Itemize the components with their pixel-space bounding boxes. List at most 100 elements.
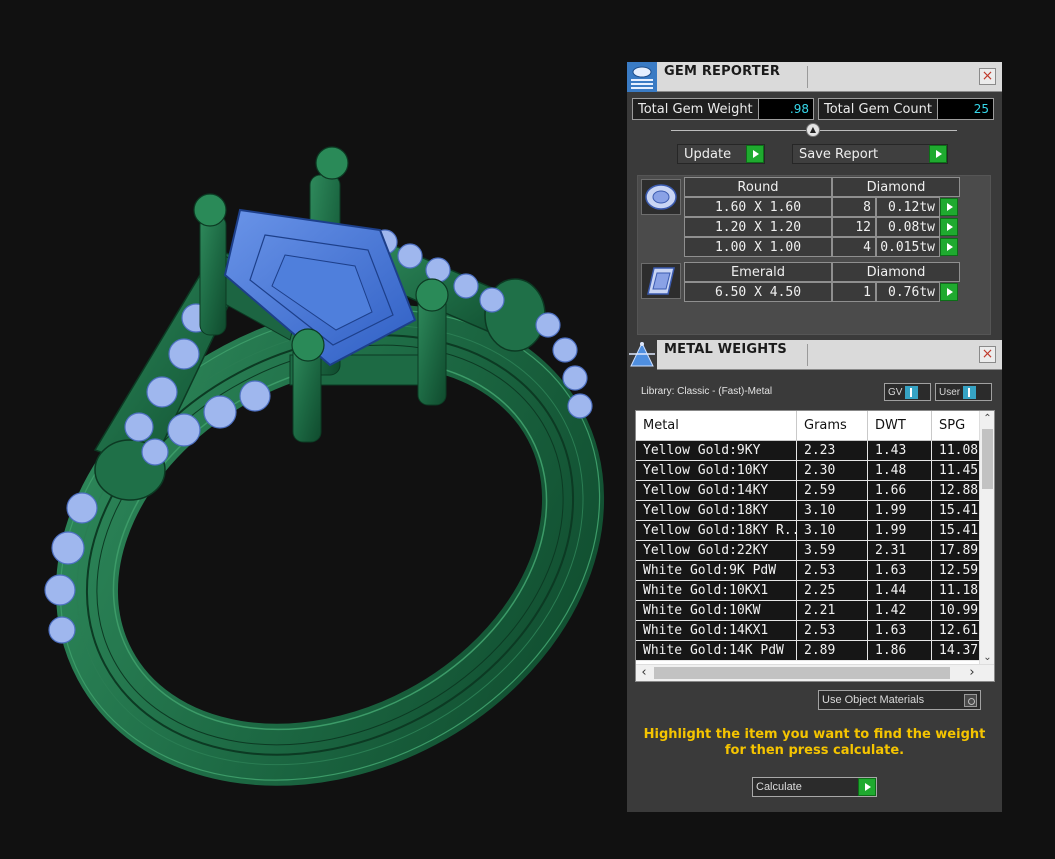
- total-gem-weight-value: .98: [758, 99, 813, 119]
- user-toggle-label: User: [939, 386, 961, 398]
- play-arrow-icon: [929, 145, 947, 163]
- titlebar-divider: [807, 344, 808, 366]
- instruction-text: Highlight the item you want to find the …: [627, 727, 1002, 759]
- user-toggle[interactable]: User: [935, 383, 992, 401]
- grams-cell: 2.59: [797, 481, 868, 501]
- calculate-button[interactable]: Calculate: [752, 777, 877, 797]
- select-gem-arrow-icon[interactable]: [940, 218, 958, 236]
- metal-name-cell: Yellow Gold:14KY: [636, 481, 797, 501]
- metal-table-body: Yellow Gold:9KY 2.23 1.43 11.08 Yellow Gold:…: [636, 441, 992, 661]
- grams-cell: 3.10: [797, 521, 868, 541]
- table-row[interactable]: White Gold:9K PdW 2.53 1.63 12.59: [636, 561, 992, 581]
- gem-size-cell[interactable]: 1.00 X 1.00: [684, 237, 832, 257]
- gem-size-cell[interactable]: 6.50 X 4.50: [684, 282, 832, 302]
- horizontal-scroll-thumb[interactable]: [654, 667, 950, 679]
- metal-weights-title: METAL WEIGHTS: [664, 342, 787, 357]
- dwt-cell: 1.63: [868, 561, 932, 581]
- select-gem-arrow-icon[interactable]: [940, 238, 958, 256]
- dwt-cell: 1.63: [868, 621, 932, 641]
- gem-reporter-title: GEM REPORTER: [664, 64, 781, 79]
- column-header-grams[interactable]: Grams: [797, 411, 868, 441]
- total-gem-count-value: 25: [937, 99, 993, 119]
- save-report-button[interactable]: Save Report: [792, 144, 948, 164]
- grams-cell: 2.21: [797, 601, 868, 621]
- gem-size-cell[interactable]: 1.20 X 1.20: [684, 217, 832, 237]
- gem-count-cell: 1: [832, 282, 876, 302]
- table-row[interactable]: Yellow Gold:22KY 3.59 2.31 17.89: [636, 541, 992, 561]
- column-header-metal[interactable]: Metal: [636, 411, 797, 441]
- gem-count-cell: 4: [832, 237, 876, 257]
- gem-material-cell: Diamond: [832, 177, 960, 197]
- metal-name-cell: Yellow Gold:9KY: [636, 441, 797, 461]
- metal-name-cell: Yellow Gold:10KY: [636, 461, 797, 481]
- vertical-scrollbar[interactable]: ⌃ ⌄: [979, 411, 994, 666]
- gem-shape-cell: Emerald: [684, 262, 832, 282]
- horizontal-scrollbar[interactable]: ‹ ›: [636, 664, 994, 681]
- gv-toggle[interactable]: GV: [884, 383, 931, 401]
- collapse-handle-icon[interactable]: ▲: [806, 123, 820, 137]
- gem-reporter-titlebar[interactable]: GEM REPORTER ×: [627, 62, 1002, 92]
- vertical-scroll-thumb[interactable]: [982, 429, 993, 489]
- toggle-switch-icon: [905, 385, 919, 399]
- play-arrow-icon: [858, 778, 876, 796]
- metal-weights-panel: METAL WEIGHTS × Library: Classic - (Fast…: [627, 340, 1002, 812]
- grams-cell: 2.23: [797, 441, 868, 461]
- column-header-dwt[interactable]: DWT: [868, 411, 932, 441]
- gem-reporter-close-icon[interactable]: ×: [979, 68, 996, 85]
- scroll-right-icon[interactable]: ›: [964, 665, 980, 681]
- table-row[interactable]: Yellow Gold:10KY 2.30 1.48 11.45: [636, 461, 992, 481]
- scroll-left-icon[interactable]: ‹: [636, 665, 652, 681]
- gv-toggle-label: GV: [888, 386, 903, 398]
- metal-weights-titlebar[interactable]: METAL WEIGHTS ×: [627, 340, 1002, 370]
- total-gem-count-label: Total Gem Count: [819, 99, 938, 119]
- use-object-materials-label: Use Object Materials: [822, 694, 925, 706]
- grams-cell: 2.53: [797, 621, 868, 641]
- gem-weight-cell: 0.015tw: [876, 237, 940, 257]
- table-row[interactable]: Yellow Gold:18KY R... 3.10 1.99 15.41: [636, 521, 992, 541]
- grams-cell: 2.53: [797, 561, 868, 581]
- gem-weight-cell: 0.76tw: [876, 282, 940, 302]
- scroll-up-icon[interactable]: ⌃: [980, 411, 994, 427]
- grams-cell: 3.59: [797, 541, 868, 561]
- dwt-cell: 1.86: [868, 641, 932, 661]
- instruction-line-1: Highlight the item you want to find the …: [643, 727, 986, 742]
- emerald-gem-icon: [641, 263, 681, 299]
- table-row[interactable]: Yellow Gold:9KY 2.23 1.43 11.08: [636, 441, 992, 461]
- table-row[interactable]: Yellow Gold:18KY 3.10 1.99 15.41: [636, 501, 992, 521]
- gem-count-cell: 8: [832, 197, 876, 217]
- gem-material-cell: Diamond: [832, 262, 960, 282]
- table-row[interactable]: White Gold:10KW 2.21 1.42 10.99: [636, 601, 992, 621]
- table-row[interactable]: White Gold:14K PdW 2.89 1.86 14.37: [636, 641, 992, 661]
- dwt-cell: 1.99: [868, 501, 932, 521]
- instruction-line-2: for then press calculate.: [724, 743, 905, 758]
- gem-size-cell[interactable]: 1.60 X 1.60: [684, 197, 832, 217]
- radio-button-icon[interactable]: [964, 694, 977, 707]
- select-gem-arrow-icon[interactable]: [940, 283, 958, 301]
- toggle-switch-icon: [963, 385, 977, 399]
- table-row[interactable]: White Gold:10KX1 2.25 1.44 11.18: [636, 581, 992, 601]
- update-button[interactable]: Update: [677, 144, 765, 164]
- 3d-viewport[interactable]: [0, 0, 620, 859]
- gem-list: Round Diamond 1.60 X 1.60 8 0.12tw 1.20 …: [637, 175, 991, 335]
- table-row[interactable]: White Gold:14KX1 2.53 1.63 12.61: [636, 621, 992, 641]
- grams-cell: 2.25: [797, 581, 868, 601]
- gem-reporter-logo-icon: [627, 62, 657, 92]
- gem-weight-cell: 0.08tw: [876, 217, 940, 237]
- save-report-button-label: Save Report: [799, 146, 879, 162]
- metal-weights-close-icon[interactable]: ×: [979, 346, 996, 363]
- select-gem-arrow-icon[interactable]: [940, 198, 958, 216]
- grams-cell: 3.10: [797, 501, 868, 521]
- table-row[interactable]: Yellow Gold:14KY 2.59 1.66 12.88: [636, 481, 992, 501]
- dwt-cell: 1.66: [868, 481, 932, 501]
- metal-name-cell: Yellow Gold:18KY R...: [636, 521, 797, 541]
- metal-weights-logo-icon: [627, 340, 657, 370]
- use-object-materials-option[interactable]: Use Object Materials: [818, 690, 981, 710]
- titlebar-divider: [807, 66, 808, 88]
- total-gem-count-field: Total Gem Count 25: [818, 98, 994, 120]
- metal-table-header: Metal Grams DWT SPG: [636, 411, 992, 441]
- metal-name-cell: Yellow Gold:18KY: [636, 501, 797, 521]
- library-label: Library: Classic - (Fast)-Metal: [641, 386, 773, 397]
- dwt-cell: 1.99: [868, 521, 932, 541]
- gem-reporter-panel: GEM REPORTER × Total Gem Weight .98 Tota…: [627, 62, 1002, 340]
- metal-table: Metal Grams DWT SPG Yellow Gold:9KY 2.23 1…: [635, 410, 995, 682]
